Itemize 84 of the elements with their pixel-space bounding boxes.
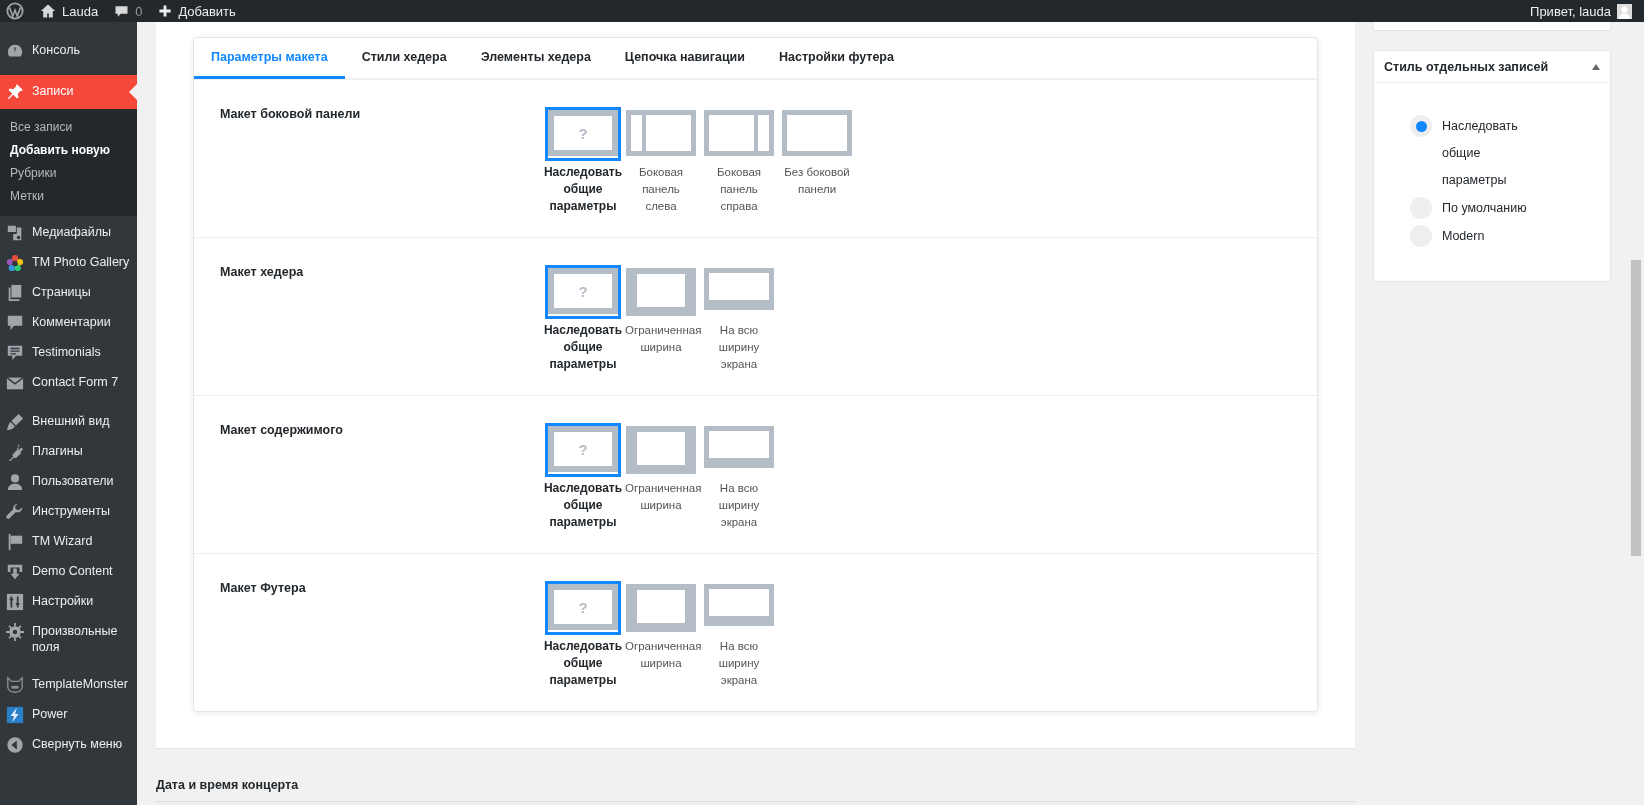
question-mark-icon: ? xyxy=(554,432,612,466)
menu-item[interactable]: Записи xyxy=(0,75,137,109)
menu-item[interactable]: Настройки xyxy=(0,587,137,617)
download-icon xyxy=(6,563,24,581)
scrollbar-thumb[interactable] xyxy=(1631,260,1641,556)
section-label: Макет хедера xyxy=(219,265,305,281)
option-label: Наследовать общие параметры xyxy=(543,322,623,373)
submenu-item[interactable]: Метки xyxy=(0,185,137,208)
menu-item[interactable]: Консоль xyxy=(0,36,137,66)
menu-item[interactable]: TM Photo Gallery xyxy=(0,248,137,278)
menu-item[interactable]: Страницы xyxy=(0,278,137,308)
question-mark-icon: ? xyxy=(554,590,612,624)
pages-icon xyxy=(6,284,24,302)
tab[interactable]: Цепочка навигации xyxy=(607,38,762,79)
submenu-item[interactable]: Добавить новую xyxy=(0,139,137,162)
cat-icon xyxy=(6,676,24,694)
flag-icon xyxy=(6,533,24,551)
radio-label: По умолчанию xyxy=(1442,200,1528,217)
menu-item[interactable]: Медиафайлы xyxy=(0,218,137,248)
menu-item[interactable]: Комментарии xyxy=(0,308,137,338)
speech-bubble-icon xyxy=(114,3,130,19)
add-new-link[interactable]: Добавить xyxy=(150,0,244,22)
site-link[interactable]: Lauda xyxy=(32,0,107,22)
tab[interactable]: Элементы хедера xyxy=(463,38,608,79)
chat-icon xyxy=(6,344,24,362)
radio-label: Modern xyxy=(1442,228,1486,245)
tab[interactable]: Параметры макета xyxy=(194,38,345,79)
question-mark-icon: ? xyxy=(554,274,612,308)
comments-link[interactable]: 0 xyxy=(106,0,151,22)
wrench-icon xyxy=(6,503,24,521)
menu-item[interactable]: TemplateMonster xyxy=(0,670,137,700)
option-label: На всю ширину экрана xyxy=(717,639,761,688)
menu-item[interactable]: Внешний вид xyxy=(0,407,137,437)
menu-item[interactable]: Demo Content xyxy=(0,557,137,587)
layout-option[interactable] xyxy=(623,581,699,635)
account-link[interactable]: Привет, lauda xyxy=(1522,0,1644,22)
collapse-arrow-icon[interactable] xyxy=(1592,63,1600,70)
user-icon xyxy=(6,473,24,491)
envelope-icon xyxy=(6,374,24,392)
option-label: Наследовать общие параметры xyxy=(543,638,623,689)
section-title: Дата и время концерта xyxy=(156,778,299,792)
section-label: Макет Футера xyxy=(219,581,307,597)
section-label: Макет боковой панели xyxy=(219,107,362,123)
menu-item[interactable]: Плагины xyxy=(0,437,137,467)
section-label: Макет содержимого xyxy=(219,423,344,439)
option-label: Наследовать общие параметры xyxy=(543,164,623,215)
option-label: На всю ширину экрана xyxy=(717,481,761,530)
option-label: Боковая панель справа xyxy=(715,165,763,214)
menu-item[interactable]: Contact Form 7 xyxy=(0,368,137,398)
menu-item[interactable]: Testimonials xyxy=(0,338,137,368)
submenu-item[interactable]: Рубрики xyxy=(0,162,137,185)
option-label: Без боковой панели xyxy=(783,165,851,197)
submenu-item[interactable]: Все записи xyxy=(0,116,137,139)
menu-item[interactable]: Свернуть меню xyxy=(0,730,137,760)
speech-bubble-icon xyxy=(6,314,24,332)
avatar-icon xyxy=(1617,3,1632,19)
option-label: Наследовать общие параметры xyxy=(543,480,623,531)
layout-option[interactable] xyxy=(623,265,699,319)
flower-icon xyxy=(6,254,24,272)
plus-icon xyxy=(158,4,173,18)
home-icon xyxy=(40,3,56,19)
media-icon xyxy=(6,224,24,242)
radio-button[interactable] xyxy=(1410,115,1432,137)
gear-icon xyxy=(6,623,24,641)
menu-item[interactable]: Произвольные поля xyxy=(0,617,137,661)
menu-item[interactable]: TM Wizard xyxy=(0,527,137,557)
box-title: Стиль отдельных записей xyxy=(1384,59,1549,74)
menu-item[interactable]: Power xyxy=(0,700,137,730)
brush-icon xyxy=(6,413,24,431)
option-label: Боковая панель слева xyxy=(637,165,685,214)
question-mark-icon: ? xyxy=(554,116,612,150)
menu-item[interactable]: Пользователи xyxy=(0,467,137,497)
tab[interactable]: Стили хедера xyxy=(344,38,464,79)
pin-icon xyxy=(6,83,24,101)
collapse-icon xyxy=(6,736,24,754)
layout-option[interactable] xyxy=(623,423,699,477)
lightning-icon xyxy=(6,706,24,724)
option-label: На всю ширину экрана xyxy=(717,323,761,372)
menu-item[interactable]: Инструменты xyxy=(0,497,137,527)
plug-icon xyxy=(6,443,24,461)
w-logo-icon xyxy=(6,2,24,20)
tab[interactable]: Настройки футера xyxy=(762,38,911,79)
sliders-icon xyxy=(6,593,24,611)
radio-label: Наследовать общие параметры xyxy=(1442,118,1519,189)
